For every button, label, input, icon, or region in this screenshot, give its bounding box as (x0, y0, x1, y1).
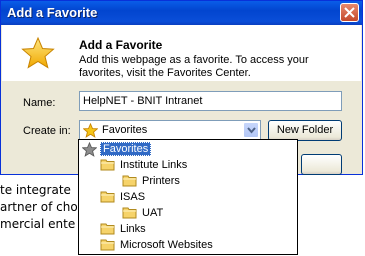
favorite-star-icon (21, 36, 55, 69)
list-item-label: Links (120, 223, 146, 235)
create-in-dropdown[interactable]: Favorites (79, 120, 261, 140)
folder-icon (100, 239, 115, 251)
create-in-value: Favorites (102, 124, 148, 136)
list-item-label: Institute Links (120, 159, 188, 171)
close-icon (344, 7, 355, 18)
list-item-label: UAT (142, 207, 164, 219)
dialog-heading: Add a Favorite (79, 38, 163, 52)
folder-dropdown-list: Favorites Institute Links Printers ISAS … (78, 139, 298, 255)
folder-icon (100, 191, 115, 203)
chevron-down-icon (247, 127, 256, 134)
folder-icon (100, 159, 115, 171)
folder-icon (122, 175, 137, 187)
folder-icon (122, 207, 137, 219)
window-title: Add a Favorite (7, 5, 98, 20)
list-item-label: Favorites (100, 142, 152, 156)
dialog-description: Add this webpage as a favorite. To acces… (79, 54, 309, 79)
title-bar[interactable]: Add a Favorite (1, 1, 362, 25)
create-in-label: Create in: (23, 125, 71, 137)
new-folder-button[interactable]: New Folder (268, 120, 342, 141)
name-input[interactable] (79, 91, 342, 111)
list-item-label: Printers (142, 175, 180, 187)
folder-icon (100, 223, 115, 235)
star-icon (83, 123, 98, 138)
star-icon (82, 142, 97, 157)
close-button[interactable] (340, 3, 359, 22)
dropdown-arrow-button[interactable] (243, 122, 259, 138)
list-item-label: ISAS (120, 191, 146, 203)
name-label: Name: (23, 97, 56, 109)
list-item-label: Microsoft Websites (120, 239, 213, 251)
add-button-partial[interactable] (301, 154, 342, 175)
